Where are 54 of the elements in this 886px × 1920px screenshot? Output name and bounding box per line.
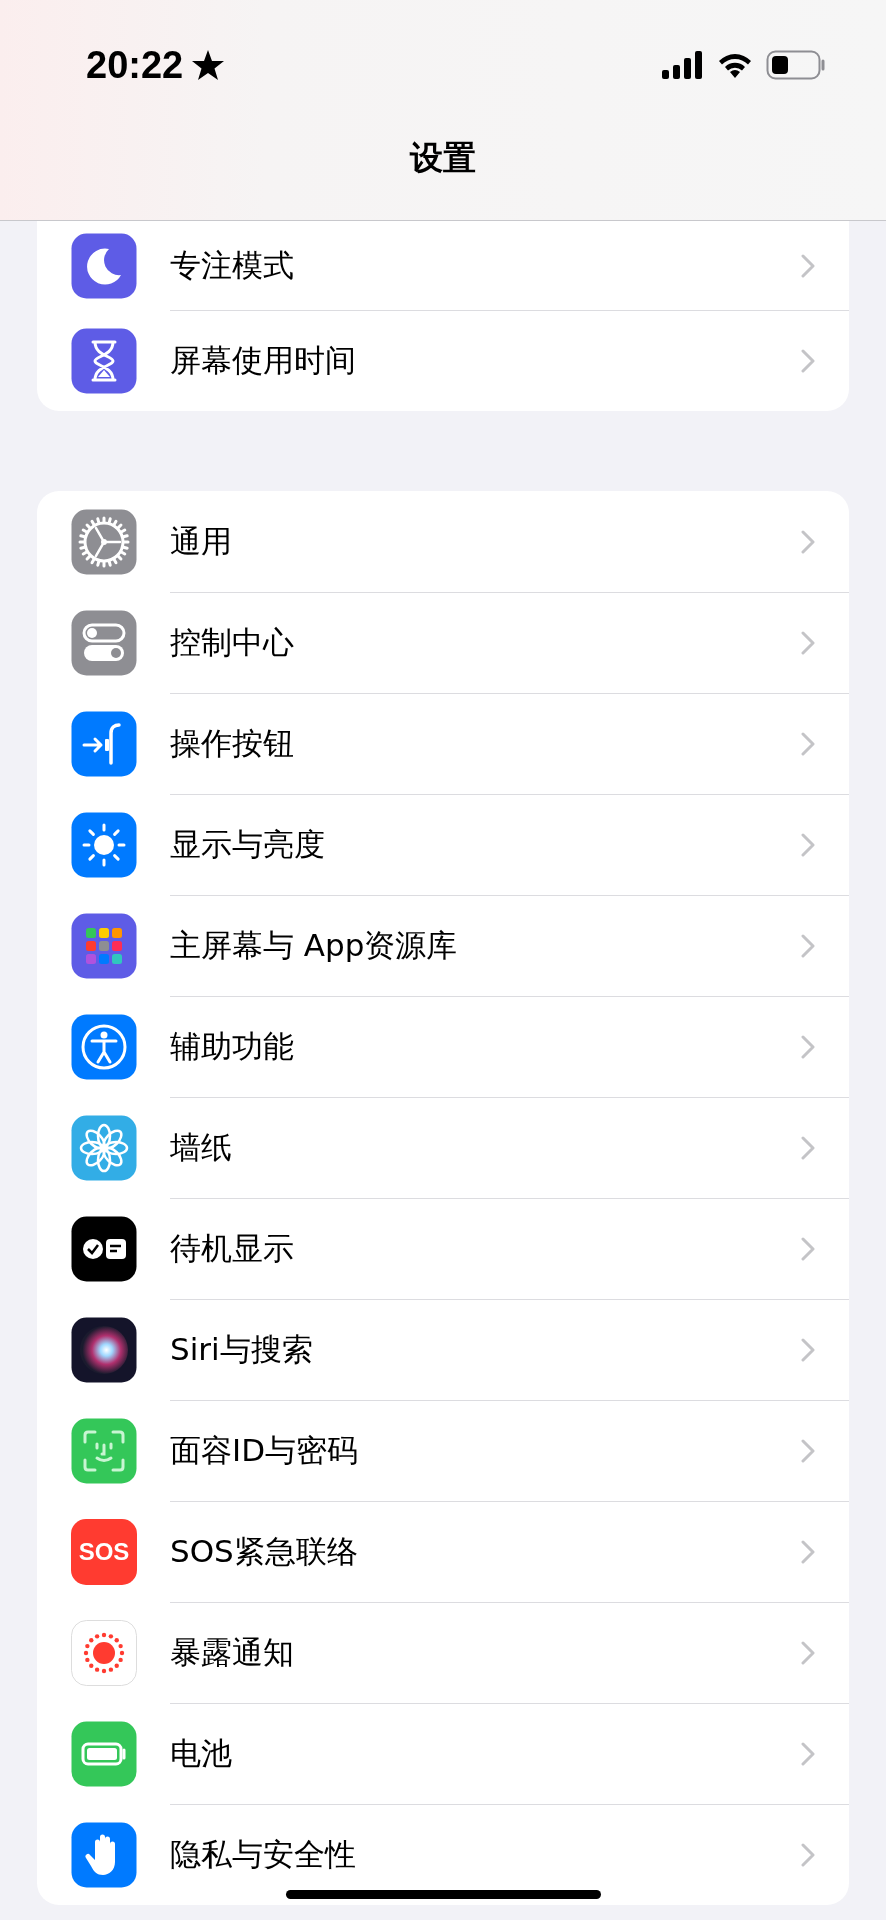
settings-item[interactable]: 屏幕使用时间 <box>170 340 801 382</box>
exposure-icon <box>71 1619 137 1686</box>
chevron-icon <box>801 1035 815 1059</box>
settings-item[interactable]: 辅助功能 <box>170 1026 801 1068</box>
chevron-icon <box>801 732 815 756</box>
app-grid-icon <box>71 912 137 979</box>
sos-icon: SOS <box>71 1518 137 1585</box>
chevron-icon <box>801 1843 815 1867</box>
wifi-icon <box>716 51 754 79</box>
chevron-icon <box>801 349 815 373</box>
settings-item[interactable]: Siri与搜索 <box>170 1329 801 1371</box>
chevron-icon <box>801 1742 815 1766</box>
arrow-button-icon <box>71 710 137 777</box>
battery-icon <box>766 50 826 80</box>
toggles-icon <box>71 609 137 676</box>
clock-widget-icon <box>71 1215 137 1282</box>
chevron-icon <box>801 1136 815 1160</box>
hourglass-icon <box>71 327 137 394</box>
settings-item[interactable]: 暴露通知 <box>170 1632 801 1674</box>
gear-icon <box>71 508 137 575</box>
star-icon <box>191 49 226 81</box>
hand-icon <box>71 1821 137 1888</box>
settings-item[interactable]: 控制中心 <box>170 622 801 664</box>
chevron-icon <box>801 529 815 554</box>
clock-time: 20:22 <box>86 43 184 87</box>
flower-icon <box>71 1114 137 1181</box>
settings-item[interactable]: 专注模式 <box>170 244 801 287</box>
settings-item[interactable]: 通用 <box>170 520 801 563</box>
battery-icon <box>71 1720 137 1787</box>
settings-item[interactable]: 墙纸 <box>170 1127 801 1169</box>
chevron-icon <box>801 1237 815 1261</box>
chevron-icon <box>801 253 815 278</box>
chevron-icon <box>801 1641 815 1665</box>
chevron-icon <box>801 833 815 857</box>
page-title: 设置 <box>410 137 476 179</box>
chevron-icon <box>801 1338 815 1362</box>
signal-icon <box>662 51 704 79</box>
orb-icon <box>71 1316 137 1383</box>
settings-item[interactable]: 待机显示 <box>170 1228 801 1270</box>
moon-icon <box>71 232 137 299</box>
chevron-icon <box>801 934 815 958</box>
settings-item[interactable]: 主屏幕与 App资源库 <box>170 925 801 967</box>
settings-item[interactable]: SOS紧急联络 <box>170 1531 801 1573</box>
chevron-icon <box>801 1540 815 1564</box>
settings-item[interactable]: 操作按钮 <box>170 723 801 765</box>
settings-item[interactable]: 电池 <box>170 1733 801 1775</box>
settings-item[interactable]: 隐私与安全性 <box>170 1834 801 1876</box>
sun-icon <box>71 811 137 878</box>
settings-item[interactable]: 面容ID与密码 <box>170 1430 801 1472</box>
chevron-icon <box>801 631 815 655</box>
accessibility-icon <box>71 1013 137 1080</box>
face-icon <box>71 1417 137 1484</box>
chevron-icon <box>801 1439 815 1463</box>
settings-item[interactable]: 显示与亮度 <box>170 824 801 866</box>
